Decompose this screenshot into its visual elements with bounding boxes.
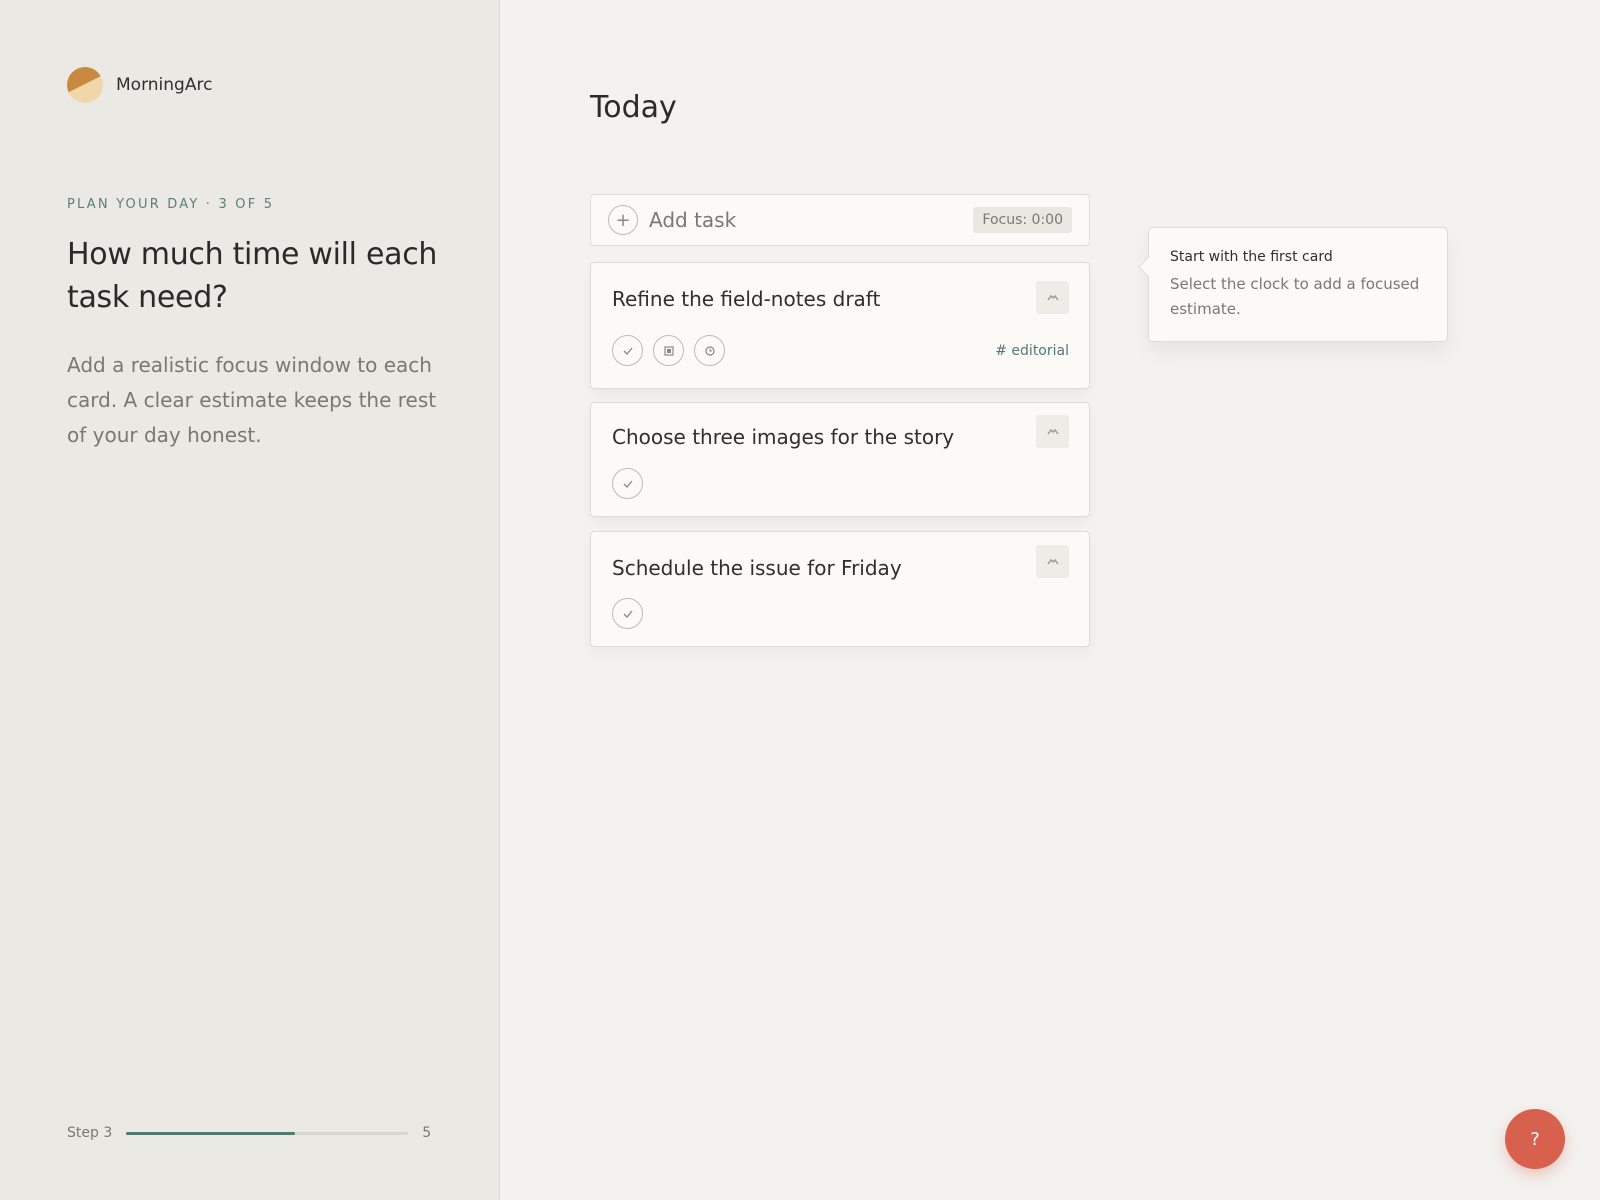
onboarding-lead: Add a realistic focus window to each car… — [67, 353, 437, 447]
task-actions — [612, 468, 653, 499]
plus-icon[interactable]: + — [608, 205, 638, 235]
tooltip-title: Start with the first card — [1170, 249, 1333, 265]
onboarding-question: How much time will each task need? — [67, 237, 438, 315]
progress-label: Step 3 — [67, 1125, 113, 1141]
drag-handle-icon[interactable] — [1036, 415, 1069, 448]
add-task-input[interactable]: + Add task Focus: 0:00 — [590, 194, 1090, 246]
drag-handle-icon[interactable] — [1036, 545, 1069, 578]
task-actions — [612, 598, 653, 629]
task-card[interactable]: Refine the field-notes draft # editorial — [590, 262, 1090, 389]
task-title: Refine the field-notes draft — [612, 287, 881, 311]
task-title: Choose three images for the story — [612, 425, 955, 449]
brand: MorningArc — [67, 67, 212, 103]
progress-track — [126, 1131, 409, 1135]
task-actions — [612, 335, 735, 366]
progress-fill — [126, 1131, 296, 1135]
task-card[interactable]: Schedule the issue for Friday — [590, 531, 1090, 647]
check-icon[interactable] — [612, 598, 643, 629]
check-icon[interactable] — [612, 468, 643, 499]
check-icon[interactable] — [612, 335, 643, 366]
drag-handle-icon[interactable] — [1036, 281, 1069, 314]
clock-icon[interactable] — [694, 335, 725, 366]
sun-arc-icon — [67, 67, 103, 103]
onboarding-panel: MorningArc PLAN YOUR DAY · 3 OF 5 How mu… — [0, 0, 500, 1200]
brand-name: MorningArc — [116, 75, 213, 95]
task-title: Schedule the issue for Friday — [612, 556, 902, 580]
add-task-label: Add task — [649, 208, 737, 232]
step-eyebrow: PLAN YOUR DAY · 3 OF 5 — [67, 197, 275, 212]
focus-badge: Focus: 0:00 — [973, 207, 1072, 233]
tooltip-body: Select the clock to add a focused estima… — [1170, 275, 1420, 318]
help-button[interactable]: ? — [1505, 1109, 1565, 1169]
task-card[interactable]: Choose three images for the story — [590, 402, 1090, 517]
page-title: Today — [590, 90, 677, 125]
task-tag[interactable]: # editorial — [995, 343, 1069, 359]
progress-total: 5 — [422, 1125, 432, 1141]
note-icon[interactable] — [653, 335, 684, 366]
onboarding-tooltip: Start with the first card Select the clo… — [1138, 227, 1448, 342]
tooltip-arrow — [1138, 257, 1158, 277]
step-progress: Step 3 5 — [67, 1125, 431, 1141]
